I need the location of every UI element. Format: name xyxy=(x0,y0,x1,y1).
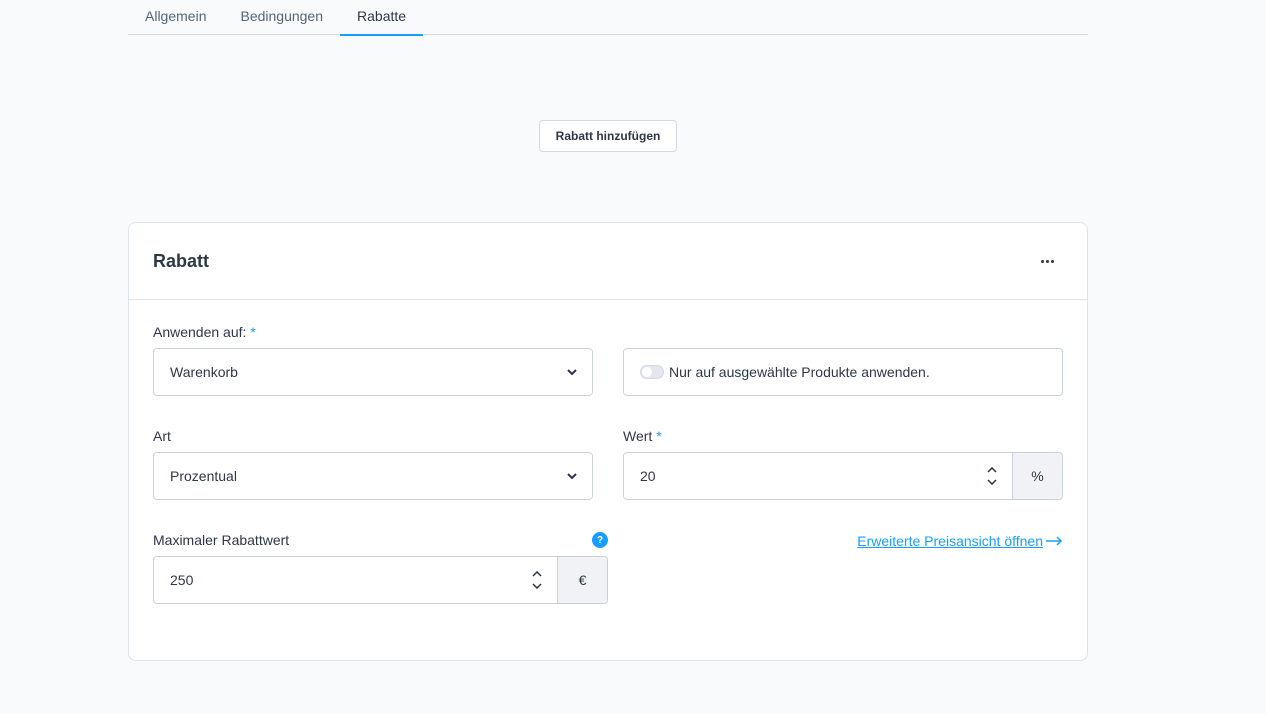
chevron-up-icon[interactable] xyxy=(987,467,997,473)
add-discount-button[interactable]: Rabatt hinzufügen xyxy=(539,120,677,152)
value-label: Wert * xyxy=(623,428,662,444)
advanced-price-view-link[interactable]: Erweiterte Preisansicht öffnen xyxy=(857,533,1063,549)
tab-conditions[interactable]: Bedingungen xyxy=(223,0,340,33)
selected-products-toggle[interactable] xyxy=(640,365,664,379)
required-mark: * xyxy=(250,324,256,340)
card-header: Rabatt xyxy=(129,223,1087,300)
euro-suffix: € xyxy=(557,557,607,603)
tab-general[interactable]: Allgemein xyxy=(128,0,223,33)
type-label: Art xyxy=(153,428,171,444)
max-value-label: Maximaler Rabattwert xyxy=(153,532,290,548)
type-value: Prozentual xyxy=(170,468,237,484)
apply-to-select[interactable]: Warenkorb xyxy=(153,348,593,396)
required-mark: * xyxy=(656,428,662,444)
value-input-value[interactable]: 20 xyxy=(624,468,972,484)
chevron-down-icon[interactable] xyxy=(987,479,997,485)
toggle-label: Nur auf ausgewählte Produkte anwenden. xyxy=(669,364,930,380)
chevron-up-icon[interactable] xyxy=(532,571,542,577)
percent-suffix: % xyxy=(1012,453,1062,499)
selected-products-toggle-field: Nur auf ausgewählte Produkte anwenden. xyxy=(623,348,1063,396)
max-value-input[interactable]: 250 € xyxy=(153,556,608,604)
help-icon[interactable]: ? xyxy=(592,532,608,548)
tab-discounts[interactable]: Rabatte xyxy=(340,0,424,36)
apply-to-value: Warenkorb xyxy=(170,364,238,380)
value-input[interactable]: 20 % xyxy=(623,452,1063,500)
type-select[interactable]: Prozentual xyxy=(153,452,593,500)
chevron-down-icon xyxy=(552,349,592,395)
apply-to-label: Anwenden auf: * xyxy=(153,324,256,340)
tab-bar: Allgemein Bedingungen Rabatte xyxy=(128,0,1088,36)
chevron-down-icon[interactable] xyxy=(532,583,542,589)
chevron-down-icon xyxy=(552,453,592,499)
arrow-right-icon xyxy=(1046,536,1063,546)
max-value-stepper[interactable] xyxy=(517,557,557,603)
max-value-input-value[interactable]: 250 xyxy=(154,572,517,588)
card-title: Rabatt xyxy=(153,251,210,271)
value-stepper[interactable] xyxy=(972,453,1012,499)
more-options-icon[interactable] xyxy=(1035,251,1059,271)
discount-card: Rabatt Anwenden auf: * Warenkorb Nur auf… xyxy=(128,222,1088,661)
